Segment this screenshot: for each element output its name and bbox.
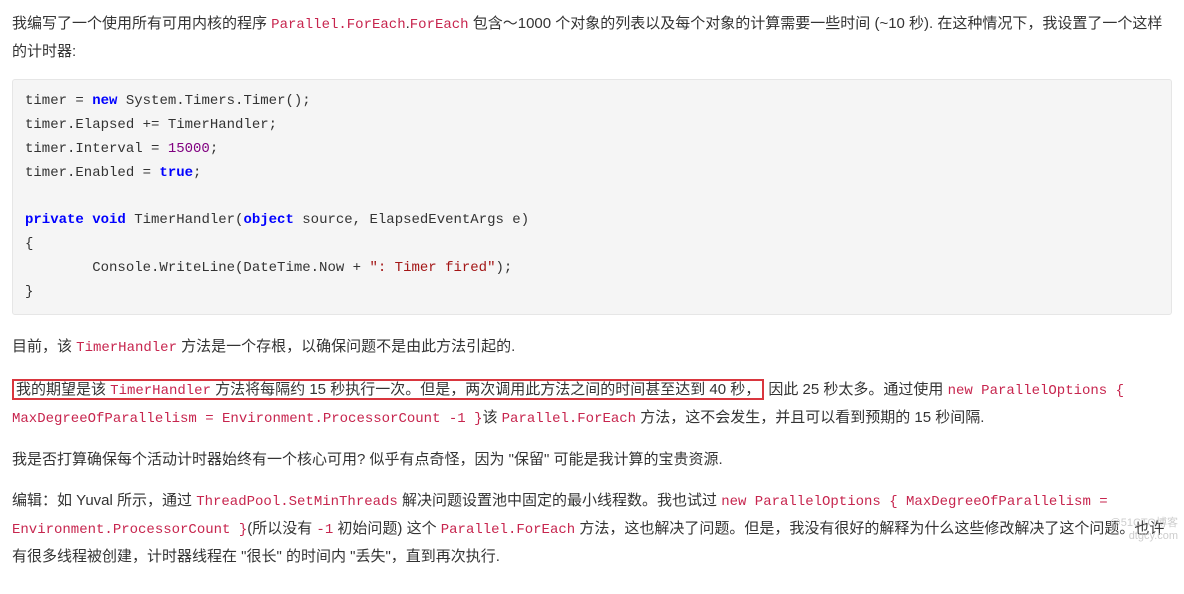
watermark: @51CTO博客 dtgcy.com	[1110, 517, 1178, 543]
code-line: timer.Elapsed += TimerHandler;	[25, 117, 277, 133]
code-line: timer.Enabled = true;	[25, 165, 201, 181]
text: 因此 25 秒太多。通过使用	[764, 381, 947, 398]
code-inline: Parallel.ForEach	[502, 411, 636, 427]
code-inline: ForEach	[410, 17, 469, 33]
code-inline: TimerHandler	[76, 340, 177, 356]
code-inline: Parallel.ForEach	[271, 17, 405, 33]
text: 该	[482, 409, 501, 426]
watermark-line: @51CTO博客	[1110, 517, 1178, 530]
paragraph-question: 我是否打算确保每个活动计时器始终有一个核心可用? 似乎有点奇怪，因为 "保留" …	[12, 446, 1172, 473]
code-inline: Parallel.ForEach	[441, 522, 575, 538]
code-inline: ThreadPool.SetMinThreads	[196, 494, 398, 510]
watermark-line: dtgcy.com	[1110, 530, 1178, 543]
text: (所以没有	[247, 520, 316, 537]
text: 初始问题) 这个	[333, 520, 441, 537]
code-line: timer = new System.Timers.Timer();	[25, 93, 311, 109]
code-inline: TimerHandler	[110, 383, 211, 399]
paragraph-intro: 我编写了一个使用所有可用内核的程序 Parallel.ForEach.ForEa…	[12, 10, 1172, 65]
paragraph-edit: 编辑：如 Yuval 所示，通过 ThreadPool.SetMinThread…	[12, 487, 1172, 570]
code-line: Console.WriteLine(DateTime.Now + ": Time…	[25, 260, 512, 276]
code-inline: -1	[316, 522, 333, 538]
text: 方法将每隔约 15 秒执行一次。但是，两次调用此方法之间的时间甚至达到 40 秒…	[211, 381, 760, 398]
code-line: timer.Interval = 15000;	[25, 141, 218, 157]
text: 我的期望是该	[16, 381, 110, 398]
code-line: }	[25, 284, 33, 300]
highlight-box: 我的期望是该 TimerHandler 方法将每隔约 15 秒执行一次。但是，两…	[12, 379, 764, 400]
text: 方法是一个存根，以确保问题不是由此方法引起的.	[177, 338, 515, 355]
code-block: timer = new System.Timers.Timer(); timer…	[12, 79, 1172, 315]
paragraph-stub: 目前，该 TimerHandler 方法是一个存根，以确保问题不是由此方法引起的…	[12, 333, 1172, 361]
code-line: {	[25, 236, 33, 252]
paragraph-expectation: 我的期望是该 TimerHandler 方法将每隔约 15 秒执行一次。但是，两…	[12, 376, 1172, 432]
text: 解决问题设置池中固定的最小线程数。我也试过	[398, 492, 721, 509]
text: 我编写了一个使用所有可用内核的程序	[12, 15, 271, 32]
text: 目前，该	[12, 338, 76, 355]
text: 方法，这不会发生，并且可以看到预期的 15 秒间隔.	[636, 409, 984, 426]
text: 编辑：如 Yuval 所示，通过	[12, 492, 196, 509]
code-line: private void TimerHandler(object source,…	[25, 212, 529, 228]
